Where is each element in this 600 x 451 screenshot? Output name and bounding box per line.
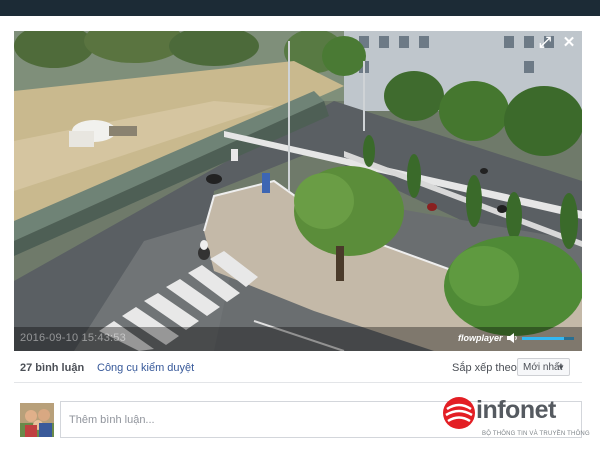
infonet-brand-text: infonet xyxy=(476,396,556,424)
infonet-logo-icon xyxy=(443,397,475,429)
comments-header: 27 bình luận Công cụ kiểm duyệt Sắp xếp … xyxy=(14,352,582,383)
volume-icon[interactable] xyxy=(506,332,518,344)
video-player[interactable]: ⤢ ✕ 2016-09-10 15:43:53 flowplayer xyxy=(14,31,582,351)
chevron-down-icon: ▼ xyxy=(557,363,565,372)
comment-count: 27 bình luận xyxy=(20,362,85,374)
sort-label: Sắp xếp theo xyxy=(452,362,517,374)
volume-slider[interactable] xyxy=(522,337,574,340)
player-brand-logo: flowplayer xyxy=(458,333,503,343)
top-header-bar xyxy=(0,0,600,16)
close-icon[interactable]: ✕ xyxy=(559,33,579,53)
infonet-subtitle: BỘ THÔNG TIN VÀ TRUYỀN THÔNG xyxy=(482,431,590,437)
video-frame xyxy=(14,31,582,351)
avatar xyxy=(20,403,54,437)
expand-icon[interactable]: ⤢ xyxy=(535,33,555,53)
sort-select[interactable]: Mới nhất ▼ xyxy=(517,358,570,376)
volume-slider-fill xyxy=(522,337,564,340)
video-timestamp: 2016-09-10 15:43:53 xyxy=(20,332,126,344)
infonet-watermark: infonet BỘ THÔNG TIN VÀ TRUYỀN THÔNG xyxy=(440,396,600,446)
moderation-tools-link[interactable]: Công cụ kiểm duyệt xyxy=(97,362,194,374)
